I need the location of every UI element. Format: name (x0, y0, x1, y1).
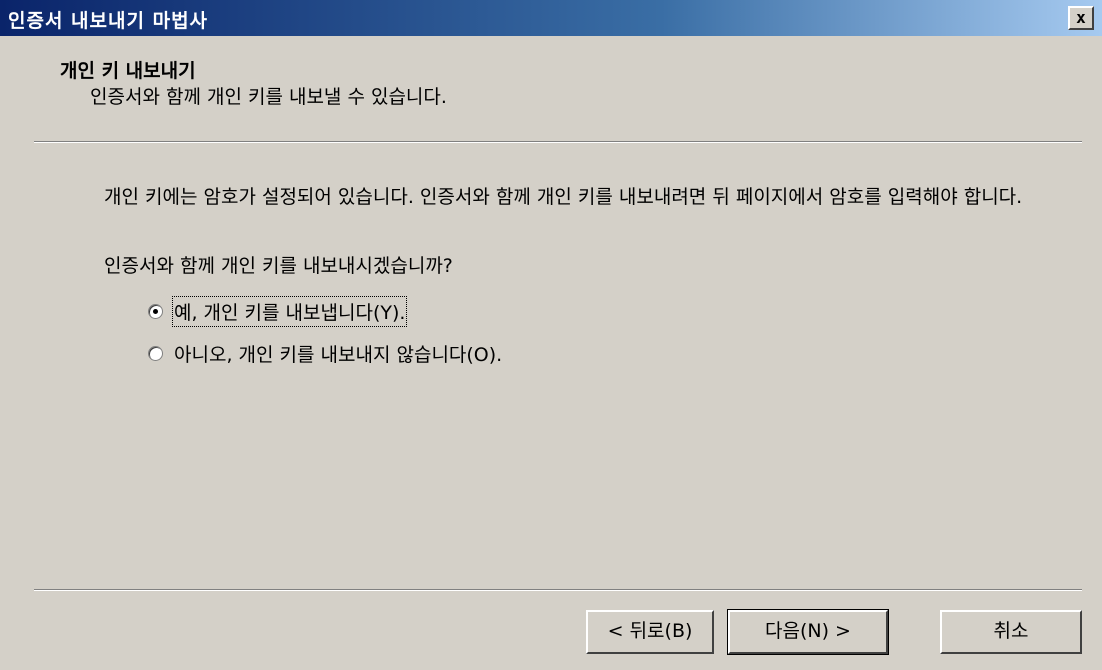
close-button[interactable]: x (1068, 6, 1094, 30)
radio-option-yes[interactable]: 예, 개인 키를 내보냅니다(Y). (148, 295, 408, 327)
radio-yes-label[interactable]: 예, 개인 키를 내보냅니다(Y). (171, 295, 408, 327)
close-icon: x (1076, 8, 1086, 27)
title-bar[interactable]: 인증서 내보내기 마법사 x (0, 0, 1102, 36)
page-subheading: 인증서와 함께 개인 키를 내보낼 수 있습니다. (90, 86, 447, 108)
page-heading: 개인 키 내보내기 (60, 60, 196, 82)
radio-yes-icon[interactable] (148, 303, 163, 319)
certificate-export-wizard-window: 인증서 내보내기 마법사 x 개인 키 내보내기 인증서와 함께 개인 키를 내… (0, 0, 1102, 670)
cancel-button[interactable]: 취소 (940, 610, 1082, 654)
radio-option-no[interactable]: 아니오, 개인 키를 내보내지 않습니다(O). (148, 340, 502, 366)
back-button[interactable]: < 뒤로(B) (586, 610, 714, 654)
next-button[interactable]: 다음(N) > (727, 609, 889, 655)
header-divider (34, 141, 1082, 143)
footer-divider (34, 589, 1082, 591)
radio-selected-dot (153, 308, 158, 314)
radio-no-icon[interactable] (148, 345, 163, 361)
radio-no-label[interactable]: 아니오, 개인 키를 내보내지 않습니다(O). (174, 340, 502, 367)
password-notice: 개인 키에는 암호가 설정되어 있습니다. 인증서와 함께 개인 키를 내보내려… (104, 186, 1023, 208)
export-question: 인증서와 함께 개인 키를 내보내시겠습니까? (104, 255, 453, 277)
window-title: 인증서 내보내기 마법사 (8, 10, 209, 32)
